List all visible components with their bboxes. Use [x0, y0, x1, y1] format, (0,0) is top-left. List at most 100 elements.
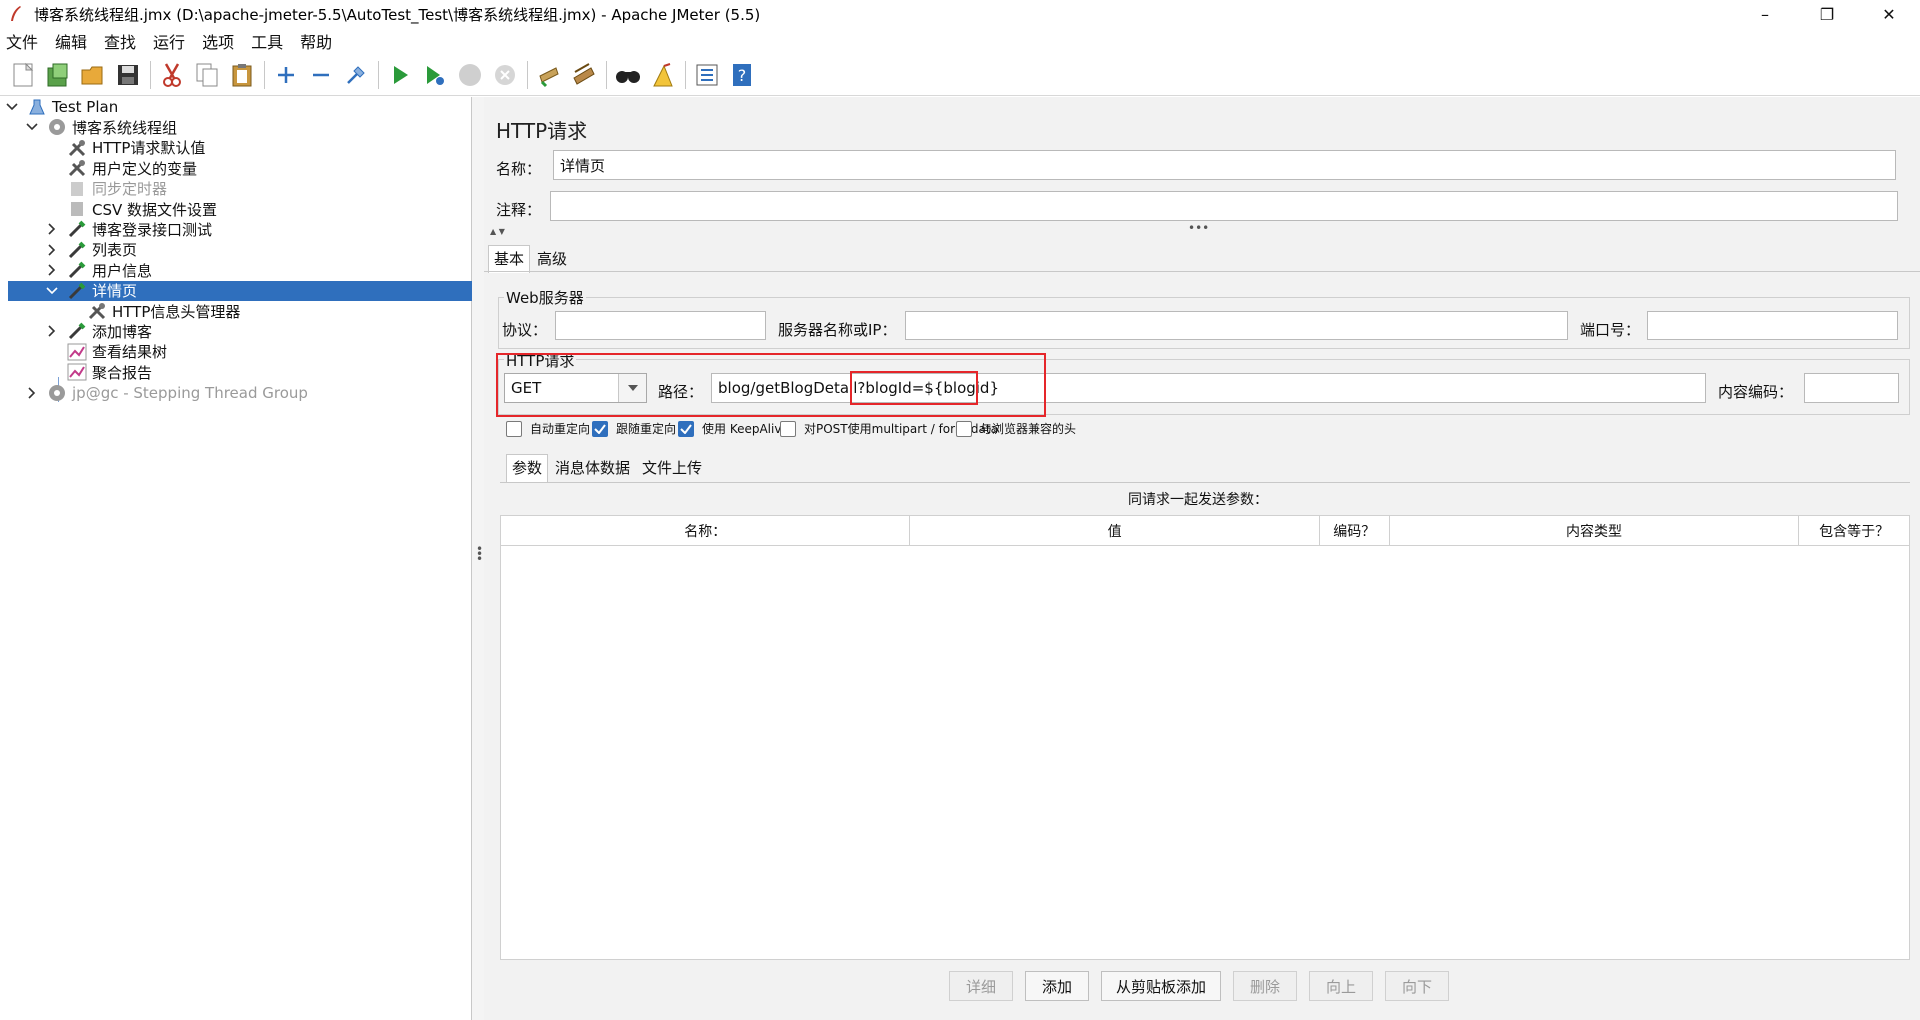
tree-node[interactable]: CSV 数据文件设置	[44, 199, 217, 219]
collapse-all-button[interactable]	[304, 58, 338, 92]
tab-file-upload[interactable]: 文件上传	[637, 455, 707, 482]
menu-file[interactable]: 文件	[4, 29, 47, 53]
port-field[interactable]	[1647, 311, 1898, 340]
option-checkbox[interactable]: 与浏览器兼容的头	[956, 420, 1076, 437]
checkbox-empty-icon[interactable]	[956, 420, 972, 437]
tree-node[interactable]: 详情页	[8, 280, 472, 301]
column-header-content-type[interactable]: 内容类型	[1390, 516, 1800, 546]
close-button[interactable]: ✕	[1858, 0, 1920, 28]
new-button[interactable]	[6, 58, 40, 92]
tree-node[interactable]: 博客登录接口测试	[44, 219, 212, 239]
open-button[interactable]	[76, 58, 110, 92]
help-button[interactable]: ?	[725, 58, 759, 92]
encoding-field[interactable]	[1804, 373, 1899, 403]
start-button[interactable]	[383, 58, 417, 92]
tree-node[interactable]: HTTP信息头管理器	[64, 301, 240, 321]
menu-options[interactable]: 选项	[200, 29, 243, 53]
detail-button[interactable]: 详细	[949, 971, 1013, 1001]
http-request-panel: HTTP请求 名称： 详情页 注释： ▲ ▼ ••• 基本 高级 Web服务器 …	[484, 97, 1920, 1020]
option-checkbox[interactable]: 使用 KeepAlive	[678, 420, 789, 437]
checkbox-label: 使用 KeepAlive	[702, 422, 789, 436]
option-checkbox[interactable]: 自动重定向	[506, 420, 590, 437]
collapse-divider[interactable]: ▲ ▼ •••	[484, 221, 1920, 237]
move-down-button[interactable]: 向下	[1385, 971, 1449, 1001]
delete-button[interactable]: 删除	[1233, 971, 1297, 1001]
clear-all-button[interactable]	[567, 58, 601, 92]
tree-node[interactable]: jp@gc - Stepping Thread Group	[24, 383, 308, 403]
title-bar: 博客系统线程组.jmx (D:\apache-jmeter-5.5\AutoTe…	[0, 0, 1920, 28]
tree-node[interactable]: HTTP请求默认值	[44, 138, 205, 158]
chevron-right-icon[interactable]	[44, 262, 60, 278]
chevron-right-icon[interactable]	[44, 323, 60, 339]
chevron-right-icon[interactable]	[24, 385, 40, 401]
tree-node[interactable]: Test Plan	[4, 97, 118, 117]
add-from-clipboard-button[interactable]: 从剪贴板添加	[1101, 971, 1221, 1001]
clear-button[interactable]	[532, 58, 566, 92]
shutdown-button[interactable]	[488, 58, 522, 92]
chevron-right-icon[interactable]	[44, 221, 60, 237]
search-button[interactable]	[611, 58, 645, 92]
checkbox-empty-icon[interactable]	[506, 420, 522, 437]
sampler-icon	[66, 218, 88, 240]
tree-node[interactable]: 查看结果树	[44, 342, 167, 362]
name-label: 名称：	[496, 160, 542, 178]
protocol-field[interactable]	[555, 311, 766, 340]
tab-body-data[interactable]: 消息体数据	[550, 455, 635, 482]
stop-button[interactable]	[453, 58, 487, 92]
tree-node[interactable]: 用户信息	[44, 260, 152, 280]
tree-node[interactable]: 博客系统线程组	[24, 117, 177, 137]
chevron-down-icon[interactable]	[4, 99, 20, 115]
column-header-encode[interactable]: 编码？	[1320, 516, 1390, 546]
column-header-include-equals[interactable]: 包含等于？	[1799, 516, 1909, 546]
comment-field[interactable]	[550, 191, 1898, 221]
panel-splitter[interactable]: • • •	[472, 97, 484, 1020]
column-header-value[interactable]: 值	[910, 516, 1320, 546]
add-button[interactable]: 添加	[1025, 971, 1089, 1001]
option-checkbox[interactable]: 跟随重定向	[592, 420, 676, 437]
paste-button[interactable]	[225, 58, 259, 92]
collapse-icon	[313, 73, 329, 76]
tree-node-label: 博客系统线程组	[72, 118, 178, 137]
tree-node[interactable]: 添加博客	[44, 321, 152, 341]
clear-all-icon	[573, 62, 595, 85]
copy-button[interactable]	[190, 58, 224, 92]
maximize-button[interactable]: ❐	[1796, 0, 1858, 28]
sampler-icon	[66, 259, 88, 281]
minimize-button[interactable]: –	[1734, 0, 1796, 28]
templates-button[interactable]	[41, 58, 75, 92]
chevron-down-icon[interactable]	[44, 283, 60, 299]
menu-search[interactable]: 查找	[102, 29, 145, 53]
column-header-name[interactable]: 名称：	[501, 516, 911, 546]
menu-edit[interactable]: 编辑	[53, 29, 96, 53]
tree-node[interactable]: 聚合报告	[44, 362, 152, 382]
expand-all-button[interactable]	[269, 58, 303, 92]
menu-help[interactable]: 帮助	[298, 29, 341, 53]
tab-basic[interactable]: 基本	[488, 245, 531, 273]
params-table[interactable]: 名称： 值 编码？ 内容类型 包含等于？	[500, 515, 1910, 960]
tree-node[interactable]: 用户定义的变量	[44, 158, 197, 178]
tree-node[interactable]: 同步定时器	[44, 179, 167, 199]
move-up-button[interactable]: 向上	[1309, 971, 1373, 1001]
toggle-button[interactable]	[339, 58, 373, 92]
save-button[interactable]	[111, 58, 145, 92]
start-no-pause-button[interactable]	[418, 58, 452, 92]
chevron-right-icon[interactable]	[44, 242, 60, 258]
tree-node[interactable]: 列表页	[44, 240, 137, 260]
splitter-grip-icon: • • •	[476, 542, 484, 566]
tab-parameters[interactable]: 参数	[506, 454, 549, 482]
menu-tools[interactable]: 工具	[249, 29, 292, 53]
save-icon	[118, 64, 138, 85]
tree-node-label: 列表页	[92, 241, 138, 260]
name-field[interactable]: 详情页	[553, 150, 1896, 180]
checkbox-checked-icon[interactable]	[592, 420, 608, 437]
checkbox-checked-icon[interactable]	[678, 420, 694, 437]
chevron-down-icon[interactable]	[24, 119, 40, 135]
toolbar-separator	[685, 60, 686, 89]
checkbox-empty-icon[interactable]	[780, 420, 796, 437]
function-helper-button[interactable]	[690, 58, 724, 92]
menu-run[interactable]: 运行	[151, 29, 194, 53]
cut-button[interactable]	[155, 58, 189, 92]
tab-advanced[interactable]: 高级	[532, 246, 572, 273]
server-field[interactable]	[905, 311, 1568, 340]
reset-search-button[interactable]	[646, 58, 680, 92]
